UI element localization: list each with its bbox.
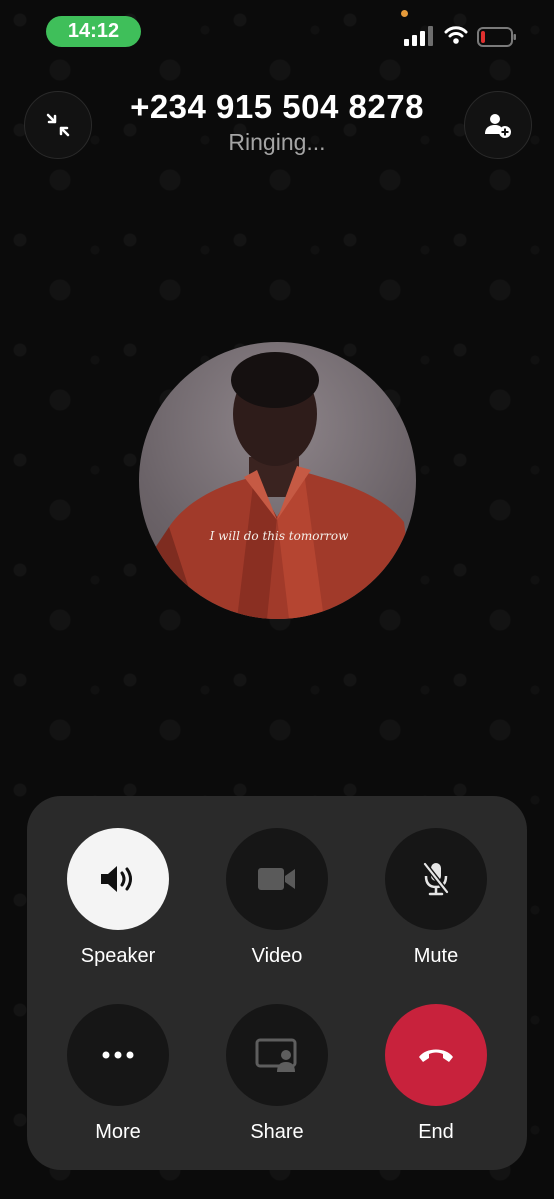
wifi-icon [444, 26, 468, 44]
end-control[interactable]: End [384, 1004, 488, 1144]
avatar-photo [139, 352, 416, 619]
mute-label: Mute [413, 945, 459, 967]
end-call-icon [419, 1049, 453, 1062]
end-call-button[interactable] [385, 1004, 487, 1106]
video-icon [258, 868, 295, 890]
video-button[interactable] [226, 828, 328, 930]
speaker-button[interactable] [67, 828, 169, 930]
call-controls-panel: Speaker Video Mute More Share End [27, 796, 527, 1170]
battery-low-icon [477, 27, 516, 47]
speaker-icon [101, 866, 132, 892]
add-person-icon [485, 114, 511, 138]
mute-control[interactable]: Mute [384, 828, 488, 968]
end-label: End [418, 1121, 454, 1143]
signal-icon [404, 26, 433, 46]
avatar-caption: I will do this tomorrow [209, 529, 349, 543]
video-control[interactable]: Video [225, 828, 329, 968]
video-label: Video [251, 945, 303, 967]
share-label: Share [250, 1121, 304, 1143]
mute-button[interactable] [385, 828, 487, 930]
privacy-indicator-dot [401, 10, 408, 17]
more-label: More [95, 1121, 141, 1143]
status-bar: 14:12 [0, 0, 554, 60]
speaker-label: Speaker [80, 945, 156, 967]
share-control[interactable]: Share [225, 1004, 329, 1144]
screen-share-icon [255, 1038, 297, 1072]
share-button[interactable] [226, 1004, 328, 1106]
add-participant-button[interactable] [464, 91, 532, 159]
mic-off-icon [423, 862, 449, 896]
speaker-control[interactable]: Speaker [66, 828, 170, 968]
more-control[interactable]: More [66, 1004, 170, 1144]
more-button[interactable] [67, 1004, 169, 1106]
more-icon [102, 1051, 134, 1059]
contact-avatar: I will do this tomorrow [139, 342, 416, 619]
status-time[interactable]: 14:12 [46, 16, 141, 47]
